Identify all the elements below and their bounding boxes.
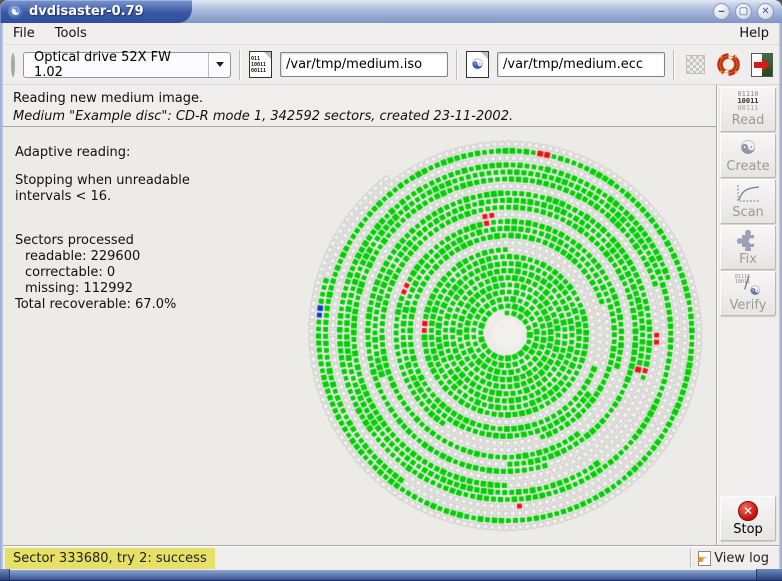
view-log-button[interactable]: View log <box>698 551 779 566</box>
app-icon: ☯ <box>8 4 23 19</box>
total-recoverable: Total recoverable: 67.0% <box>15 297 190 313</box>
correctable-count: correctable: 0 <box>15 265 190 281</box>
stopping-line2: intervals < 16. <box>15 189 190 205</box>
read-button: 01110 10011 00111 Read <box>720 87 776 132</box>
image-file-input[interactable] <box>280 52 448 77</box>
status-line-1: Reading new medium image. <box>13 91 716 106</box>
maximize-button[interactable]: ▢ <box>735 3 752 20</box>
stop-icon: ✕ <box>738 501 758 521</box>
scan-icon <box>735 184 761 204</box>
preferences-button-disabled <box>683 52 708 77</box>
toolbar-separator <box>239 50 241 80</box>
lifebuoy-icon <box>717 53 740 76</box>
iso-image-icon: 011 10011 00111 <box>249 51 272 78</box>
fix-button: Fix <box>720 225 776 270</box>
toolbar-separator <box>673 50 675 80</box>
menu-tools[interactable]: Tools <box>45 24 97 43</box>
ecc-file-icon: ☯ <box>466 51 489 78</box>
quit-button[interactable] <box>749 52 774 77</box>
menubar: File Tools Help <box>3 23 779 45</box>
status-line-2: Medium "Example disc": CD-R mode 1, 3425… <box>13 109 716 124</box>
resize-grip-right[interactable] <box>756 569 782 580</box>
stop-button[interactable]: ✕ Stop <box>720 496 776 541</box>
resize-grip-left[interactable] <box>0 569 10 580</box>
drive-selector[interactable]: Optical drive 52X FW 1.02 <box>23 52 231 78</box>
action-sidebar: 01110 10011 00111 Read ☯ Create Scan Fix <box>716 85 779 545</box>
sector-status-message: Sector 333680, try 2: success <box>5 548 215 569</box>
preferences-icon <box>686 55 705 74</box>
drive-selector-value: Optical drive 52X FW 1.02 <box>24 50 208 80</box>
menu-file[interactable]: File <box>3 24 45 43</box>
titlebar-tab[interactable]: ☯ dvdisaster-0.79 <box>0 0 192 23</box>
statusbar-separator <box>690 549 692 567</box>
readable-count: readable: 229600 <box>15 249 190 265</box>
sectors-processed-heading: Sectors processed <box>15 233 190 249</box>
stopping-line1: Stopping when unreadable <box>15 173 190 189</box>
menu-help[interactable]: Help <box>729 24 779 43</box>
read-icon: 01110 10011 00111 <box>737 91 758 112</box>
info-panel: Adaptive reading: Stopping when unreadab… <box>15 145 190 313</box>
status-message-panel: Reading new medium image. Medium "Exampl… <box>3 85 716 127</box>
window-frame-left <box>0 23 3 570</box>
help-button[interactable] <box>716 52 741 77</box>
window-title: dvdisaster-0.79 <box>29 4 144 19</box>
close-button[interactable]: ✕ <box>757 3 774 20</box>
adaptive-reading-heading: Adaptive reading: <box>15 145 190 161</box>
titlebar[interactable]: ☯ dvdisaster-0.79 ‒ ▢ ✕ <box>0 0 782 23</box>
missing-count: missing: 112992 <box>15 281 190 297</box>
main-content: Adaptive reading: Stopping when unreadab… <box>3 127 716 545</box>
app-window: ☯ dvdisaster-0.79 ‒ ▢ ✕ File Tools Help … <box>0 0 782 581</box>
verify-icon: 01110 10011 ∕ ☯ <box>735 275 761 297</box>
create-icon: ☯ <box>739 138 756 158</box>
toolbar: Optical drive 52X FW 1.02 011 10011 0011… <box>3 45 779 85</box>
window-frame-bottom <box>0 570 782 581</box>
statusbar: Sector 333680, try 2: success View log <box>3 545 779 570</box>
optical-disc-icon <box>11 53 15 77</box>
scan-button: Scan <box>720 179 776 224</box>
minimize-button[interactable]: ‒ <box>713 3 730 20</box>
dropdown-arrow-icon[interactable] <box>208 53 230 77</box>
view-log-icon <box>698 551 711 566</box>
create-button: ☯ Create <box>720 133 776 178</box>
verify-button: 01110 10011 ∕ ☯ Verify <box>720 271 776 316</box>
toolbar-separator <box>456 50 458 80</box>
fix-icon <box>736 229 760 251</box>
ecc-file-input[interactable] <box>497 52 665 77</box>
exit-icon <box>751 53 773 77</box>
